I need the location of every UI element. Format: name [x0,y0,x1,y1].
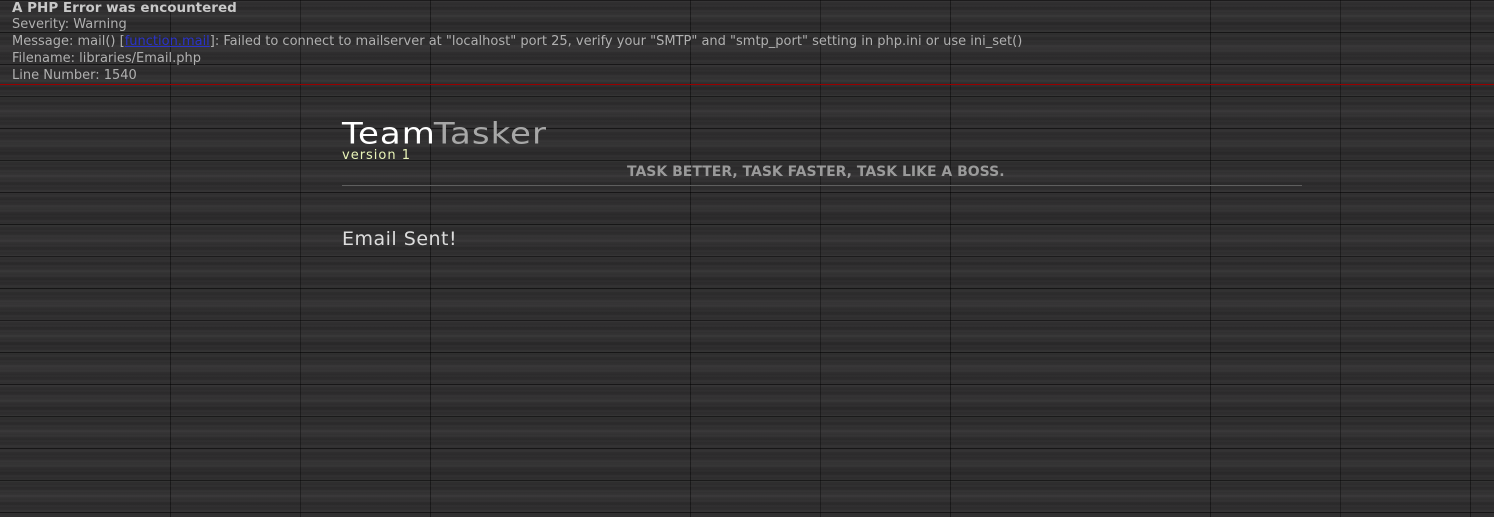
php-error-heading: A PHP Error was encountered [12,0,237,16]
header-divider [342,185,1302,186]
tagline: TASK BETTER, TASK FASTER, TASK LIKE A BO… [627,164,1005,180]
php-error-message-suffix: ]: Failed to connect to mailserver at "l… [209,34,1023,49]
logo-team-text: Team [342,117,436,152]
php-error-message: Message: mail() [function.mail]: Failed … [12,33,1494,50]
php-error-message-prefix: Message: mail() [ [12,34,125,49]
php-error-block: A PHP Error was encountered Severity: Wa… [0,0,1494,85]
team-tasker-logo[interactable]: TeamTasker version 1 [342,118,1304,168]
logo-tasker-text: Tasker [433,117,547,152]
email-sent-message: Email Sent! [342,228,458,250]
php-error-line-number: Line Number: 1540 [12,68,137,83]
logo-version-text: version 1 [342,148,412,163]
php-error-filename: Filename: libraries/Email.php [12,51,201,66]
php-error-severity: Severity: Warning [12,17,127,32]
function-mail-link[interactable]: function.mail [125,34,210,49]
site-header: TeamTasker version 1 TASK BETTER, TASK F… [342,118,1304,186]
